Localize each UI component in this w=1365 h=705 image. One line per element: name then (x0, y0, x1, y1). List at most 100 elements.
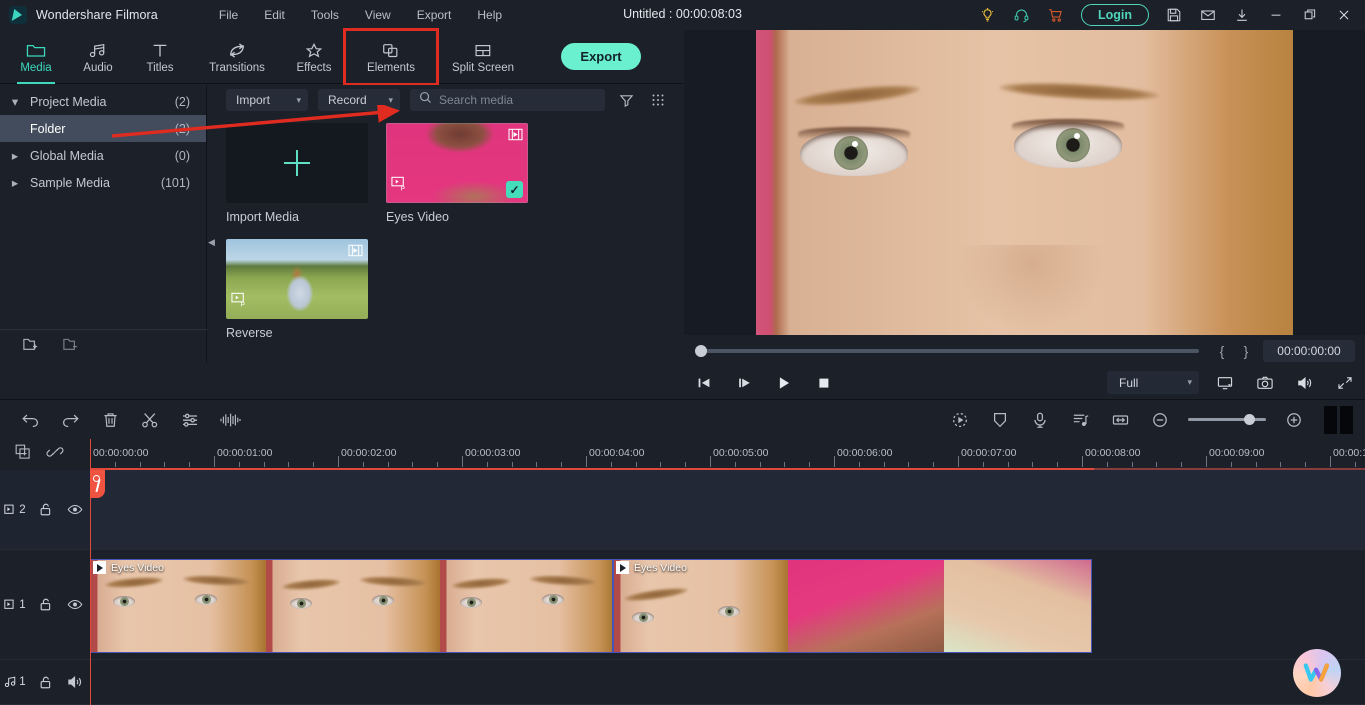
tree-item-sample-media[interactable]: ▸ Sample Media (101) (0, 169, 206, 196)
eyes-video-thumb[interactable]: P ✓ (386, 123, 528, 203)
import-media-thumb[interactable] (226, 123, 368, 203)
timeline-ruler[interactable]: 00:00:00:00 00:00:01:00 00:00:02:00 00:00:0… (90, 439, 1365, 470)
new-folder-button[interactable] (22, 336, 40, 357)
ribbon-tab-split-screen-label: Split Screen (451, 62, 514, 74)
link-unlink-button[interactable] (46, 443, 64, 466)
download-icon[interactable] (1225, 0, 1259, 30)
ribbon-tab-audio[interactable]: Audio (67, 30, 129, 84)
tree-item-global-media[interactable]: ▸ Global Media (0) (0, 142, 206, 169)
voiceover-mic-icon[interactable] (1020, 411, 1060, 429)
tree-item-project-media[interactable]: ▾ Project Media (2) (0, 88, 206, 115)
ribbon-tab-split-screen[interactable]: Split Screen (437, 30, 529, 84)
chevron-right-icon[interactable]: ▸ (0, 175, 30, 190)
menu-item-file[interactable]: File (206, 4, 251, 26)
chevron-down-icon[interactable]: ▾ (0, 94, 30, 109)
import-dropdown[interactable]: Import ▾ (226, 89, 308, 111)
mail-icon[interactable] (1191, 0, 1225, 30)
play-button[interactable] (764, 375, 804, 391)
playhead-handle[interactable] (90, 470, 105, 498)
display-settings-icon[interactable] (1205, 375, 1245, 391)
volume-icon[interactable] (1285, 375, 1325, 391)
ruler-label: 00:00:04:00 (589, 447, 645, 459)
filter-funnel-icon[interactable] (615, 93, 637, 108)
track-body-v2[interactable] (90, 470, 1365, 550)
lock-open-icon[interactable] (30, 597, 60, 612)
delete-folder-button[interactable] (62, 336, 80, 357)
timeline-clip[interactable]: Eyes Video (90, 559, 613, 653)
menu-item-edit[interactable]: Edit (251, 4, 298, 26)
zoom-slider-knob[interactable] (1244, 414, 1255, 425)
mark-in-button[interactable]: { (1215, 343, 1229, 359)
view-options-grid-icon[interactable] (647, 93, 669, 107)
save-icon[interactable] (1157, 0, 1191, 30)
ribbon-tab-media[interactable]: Media (5, 30, 67, 84)
media-item-import[interactable]: Import Media (226, 123, 368, 224)
minimize-button[interactable] (1259, 0, 1293, 30)
support-headset-icon[interactable] (1005, 0, 1039, 30)
undo-button[interactable] (10, 411, 50, 429)
menu-item-export[interactable]: Export (404, 4, 465, 26)
delete-button[interactable] (90, 411, 130, 429)
ribbon-tab-effects[interactable]: Effects (283, 30, 345, 84)
shopping-cart-icon[interactable] (1039, 0, 1073, 30)
track-body-a1[interactable] (90, 660, 1365, 705)
speaker-icon[interactable] (60, 675, 90, 689)
scrubber-knob[interactable] (695, 345, 707, 357)
ruler-label: 00:00:08:00 (1085, 447, 1141, 459)
wondershare-assistant-button[interactable] (1293, 649, 1341, 697)
restore-button[interactable] (1293, 0, 1327, 30)
render-preview-icon[interactable] (1324, 405, 1353, 434)
preview-scrubber[interactable] (695, 345, 1199, 357)
fullscreen-icon[interactable] (1325, 375, 1365, 391)
login-button[interactable]: Login (1080, 4, 1149, 26)
split-scissors-button[interactable] (130, 411, 170, 429)
search-input[interactable] (439, 93, 596, 107)
chevron-right-icon[interactable]: ▸ (0, 148, 30, 163)
selected-check-icon[interactable]: ✓ (506, 181, 523, 198)
motion-tracking-icon[interactable] (940, 411, 980, 429)
ribbon-tab-elements[interactable]: Elements (343, 27, 439, 86)
zoom-in-icon[interactable] (1274, 411, 1314, 429)
audio-waveform-button[interactable] (210, 411, 250, 429)
zoom-out-icon[interactable] (1140, 411, 1180, 429)
media-item-eyes-video[interactable]: P ✓ Eyes Video (386, 123, 528, 224)
menu-item-tools[interactable]: Tools (298, 4, 352, 26)
export-button[interactable]: Export (561, 43, 641, 70)
preview-timecode[interactable]: 00:00:00:00 (1263, 340, 1355, 362)
menu-item-view[interactable]: View (352, 4, 404, 26)
track-body-v1[interactable]: Eyes Video Eyes Video (90, 550, 1365, 660)
timeline-clip[interactable]: Eyes Video (613, 559, 1092, 653)
audio-mixer-icon[interactable] (1060, 411, 1100, 429)
snapshot-camera-icon[interactable] (1245, 375, 1285, 391)
stop-button[interactable] (804, 376, 844, 390)
ribbon-tab-titles[interactable]: Titles (129, 30, 191, 84)
menu-item-help[interactable]: Help (464, 4, 515, 26)
color-match-shield-icon[interactable] (980, 411, 1020, 429)
mark-out-button[interactable]: } (1239, 343, 1253, 359)
close-button[interactable] (1327, 0, 1361, 30)
preview-quality-select[interactable]: Full ▾ (1107, 371, 1199, 394)
search-media-box[interactable] (410, 89, 605, 111)
timeline-playhead[interactable] (90, 439, 105, 705)
preview-stage[interactable] (684, 30, 1365, 335)
fit-timeline-icon[interactable] (1100, 412, 1140, 428)
record-dropdown[interactable]: Record ▾ (318, 89, 400, 111)
lock-open-icon[interactable] (30, 502, 60, 517)
timeline-zoom-slider[interactable] (1188, 414, 1266, 425)
prev-frame-button[interactable] (684, 376, 724, 390)
panel-collapse-handle[interactable]: ◀ (207, 231, 216, 253)
adjust-sliders-button[interactable] (170, 411, 210, 429)
add-track-button[interactable] (14, 443, 32, 466)
lock-open-icon[interactable] (30, 675, 60, 690)
eye-icon[interactable] (60, 598, 90, 611)
redo-button[interactable] (50, 411, 90, 429)
ribbon-tab-transitions[interactable]: Transitions (191, 30, 283, 84)
tree-item-folder[interactable]: Folder (2) (0, 115, 206, 142)
tips-bulb-icon[interactable] (971, 0, 1005, 30)
folder-icon (26, 39, 46, 59)
media-item-reverse[interactable]: P Reverse (226, 239, 368, 340)
next-frame-button[interactable] (724, 376, 764, 390)
reverse-thumb[interactable]: P (226, 239, 368, 319)
tree-item-folder-count: (2) (174, 121, 190, 136)
eye-icon[interactable] (60, 503, 90, 516)
